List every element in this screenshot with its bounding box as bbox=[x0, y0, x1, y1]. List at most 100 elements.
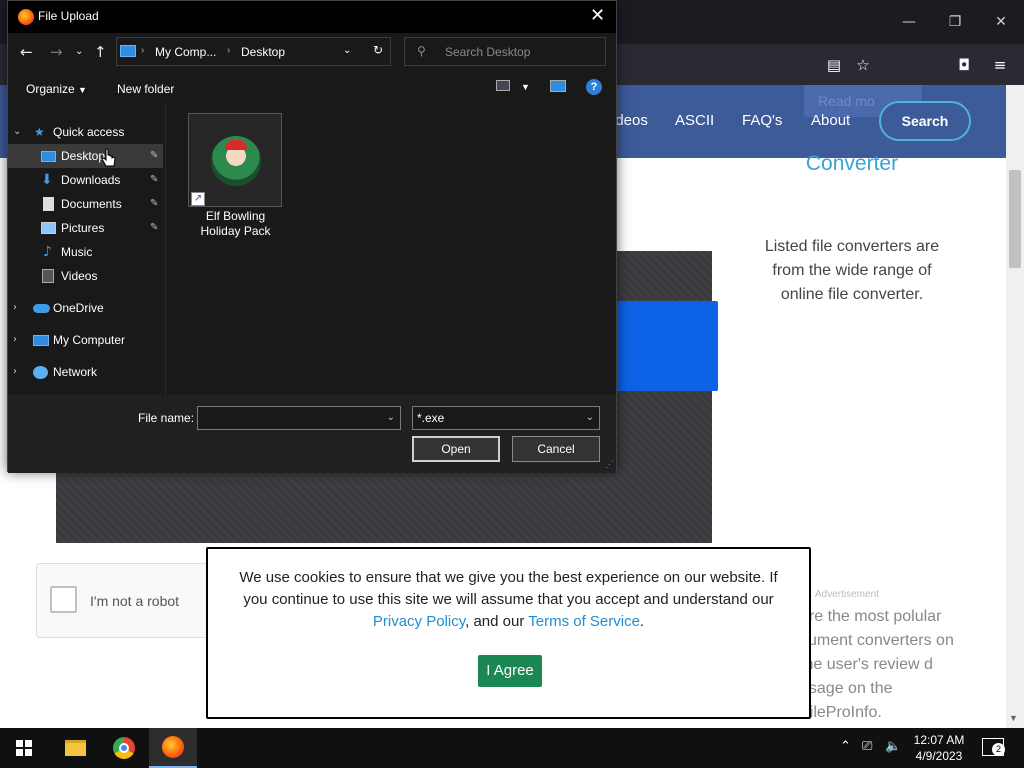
chevron-down-icon: ⌄ bbox=[585, 412, 594, 423]
picture-icon bbox=[41, 222, 56, 234]
network-status-icon[interactable]: ⎚ bbox=[862, 739, 872, 754]
file-name-line2: Holiday Pack bbox=[200, 224, 271, 238]
notification-center-icon[interactable]: 2 bbox=[982, 738, 1005, 756]
view-dropdown-icon[interactable]: ▼ bbox=[521, 82, 530, 92]
cloud-icon bbox=[33, 304, 50, 313]
recaptcha-checkbox[interactable] bbox=[50, 586, 77, 613]
reader-view-icon[interactable]: ▤ bbox=[822, 53, 846, 77]
terms-of-service-link[interactable]: Terms of Service bbox=[528, 613, 640, 630]
sidebar-item-pictures[interactable]: Pictures ✎ bbox=[8, 216, 163, 240]
nav-link-about[interactable]: About bbox=[811, 112, 850, 129]
up-arrow-icon[interactable]: ↑ bbox=[94, 43, 107, 61]
refresh-icon[interactable]: ↻ bbox=[373, 43, 383, 57]
hero-title: Converter bbox=[805, 152, 899, 175]
sidebar-item-videos[interactable]: Videos bbox=[8, 264, 163, 288]
sidebar-item-music[interactable]: ♪ Music bbox=[8, 240, 163, 264]
search-box[interactable]: ⚲ Search Desktop bbox=[404, 37, 606, 66]
dialog-footer: File name: ⌄ *.exe ⌄ Open Cancel ⋰ bbox=[8, 395, 616, 473]
preview-pane-icon[interactable] bbox=[550, 80, 566, 95]
sidebar-item-network[interactable]: › Network bbox=[8, 360, 163, 384]
resize-grip-icon[interactable]: ⋰ bbox=[605, 459, 614, 470]
dialog-titlebar: File Upload ✕ bbox=[8, 1, 616, 33]
chevron-right-icon[interactable]: › bbox=[13, 360, 17, 384]
file-item-elf-bowling[interactable]: ↗ bbox=[188, 113, 282, 207]
address-bar[interactable]: › My Comp... › Desktop ⌄ ↻ bbox=[116, 37, 391, 66]
scroll-down-icon[interactable]: ▼ bbox=[1009, 713, 1018, 723]
desktop-icon bbox=[41, 151, 56, 162]
sidebar-item-documents[interactable]: Documents ✎ bbox=[8, 192, 163, 216]
download-icon: ⬇ bbox=[41, 172, 53, 188]
file-name-label: File name: bbox=[138, 411, 195, 425]
document-icon bbox=[43, 197, 54, 211]
cookie-text-part2: , and our bbox=[465, 613, 529, 630]
music-icon: ♪ bbox=[43, 244, 52, 260]
nav-link-videos[interactable]: ideos bbox=[612, 112, 648, 129]
sidebar-label: My Computer bbox=[53, 333, 126, 347]
nav-link-ascii[interactable]: ASCII bbox=[675, 112, 714, 129]
scrollbar-thumb[interactable] bbox=[1009, 170, 1021, 268]
sidebar-label: OneDrive bbox=[53, 301, 104, 315]
sidebar-item-onedrive[interactable]: › OneDrive bbox=[8, 296, 163, 320]
chevron-right-icon[interactable]: › bbox=[13, 328, 17, 352]
back-arrow-icon[interactable]: ← bbox=[20, 43, 33, 61]
restore-button[interactable]: ❐ bbox=[941, 8, 969, 36]
privacy-policy-link[interactable]: Privacy Policy bbox=[373, 613, 465, 630]
view-options-icon[interactable] bbox=[496, 80, 510, 94]
folder-icon bbox=[65, 740, 86, 756]
help-icon[interactable]: ? bbox=[586, 79, 602, 95]
organize-button[interactable]: Organize ▼ bbox=[26, 82, 87, 96]
bookmark-star-icon[interactable]: ☆ bbox=[851, 53, 875, 77]
breadcrumb-desktop[interactable]: Desktop bbox=[241, 45, 285, 59]
close-window-button[interactable]: ✕ bbox=[987, 8, 1015, 36]
new-folder-button[interactable]: New folder bbox=[117, 82, 174, 96]
file-name-input[interactable]: ⌄ bbox=[197, 406, 401, 430]
menu-icon[interactable]: ≡ bbox=[988, 53, 1012, 77]
dialog-navbar: ← → ⌄ ↑ › My Comp... › Desktop ⌄ ↻ ⚲ Sea… bbox=[8, 33, 616, 73]
file-explorer-app[interactable] bbox=[51, 728, 99, 768]
windows-logo-icon bbox=[16, 740, 32, 756]
star-icon: ★ bbox=[34, 125, 45, 139]
screen: — ❐ ✕ ▤ ☆ ◘ ≡ Read mo ideos ASCII FAQ's … bbox=[0, 0, 1024, 768]
nav-link-faqs[interactable]: FAQ's bbox=[742, 112, 782, 129]
agree-button[interactable]: I Agree bbox=[478, 655, 542, 687]
address-dropdown-icon[interactable]: ⌄ bbox=[343, 45, 351, 56]
pin-icon[interactable]: ✎ bbox=[150, 144, 158, 168]
start-button[interactable] bbox=[0, 728, 48, 768]
page-scrollbar[interactable]: ▼ bbox=[1006, 85, 1024, 728]
sidebar-item-my-computer[interactable]: › My Computer bbox=[8, 328, 163, 352]
pin-icon[interactable]: ✎ bbox=[150, 216, 158, 240]
sidebar-item-quick-access[interactable]: ⌄ ★ Quick access bbox=[8, 120, 163, 144]
ad-text: are the most polular cument converters o… bbox=[800, 608, 954, 721]
file-type-select[interactable]: *.exe ⌄ bbox=[412, 406, 600, 430]
sidebar-item-downloads[interactable]: ⬇ Downloads ✎ bbox=[8, 168, 163, 192]
volume-icon[interactable]: 🔈 bbox=[885, 739, 901, 754]
breadcrumb-my-computer[interactable]: My Comp... bbox=[155, 45, 216, 59]
firefox-icon bbox=[18, 9, 34, 25]
cancel-button[interactable]: Cancel bbox=[512, 436, 600, 462]
chevron-down-icon[interactable]: ⌄ bbox=[13, 120, 21, 144]
shortcut-arrow-icon: ↗ bbox=[191, 192, 205, 206]
dialog-close-button[interactable]: ✕ bbox=[590, 5, 605, 26]
recaptcha-widget: I'm not a robot bbox=[36, 563, 226, 638]
chevron-down-icon[interactable]: ⌄ bbox=[387, 407, 395, 429]
cookie-text-part3: . bbox=[639, 613, 645, 630]
clock[interactable]: 12:07 AM 4/9/2023 bbox=[904, 732, 974, 764]
pocket-icon[interactable]: ◘ bbox=[952, 53, 976, 77]
minimize-button[interactable]: — bbox=[895, 8, 923, 36]
chevron-right-icon[interactable]: › bbox=[13, 296, 17, 320]
breadcrumb-separator-icon: › bbox=[141, 45, 145, 56]
pin-icon[interactable]: ✎ bbox=[150, 192, 158, 216]
file-name-text[interactable]: Elf Bowling Holiday Pack bbox=[178, 209, 293, 239]
chevron-up-icon[interactable]: ⌃ bbox=[840, 739, 851, 754]
forward-arrow-icon[interactable]: → bbox=[50, 43, 63, 61]
sidebar-item-desktop[interactable]: Desktop ✎ bbox=[8, 144, 163, 168]
firefox-app[interactable] bbox=[149, 728, 197, 768]
open-button[interactable]: Open bbox=[412, 436, 500, 462]
site-search-button[interactable]: Search bbox=[879, 101, 971, 141]
cookie-banner: We use cookies to ensure that we give yo… bbox=[206, 547, 811, 719]
file-type-value: *.exe bbox=[417, 411, 445, 425]
recent-locations-icon[interactable]: ⌄ bbox=[75, 46, 83, 57]
upload-button[interactable] bbox=[616, 301, 718, 391]
chrome-app[interactable] bbox=[100, 728, 148, 768]
pin-icon[interactable]: ✎ bbox=[150, 168, 158, 192]
